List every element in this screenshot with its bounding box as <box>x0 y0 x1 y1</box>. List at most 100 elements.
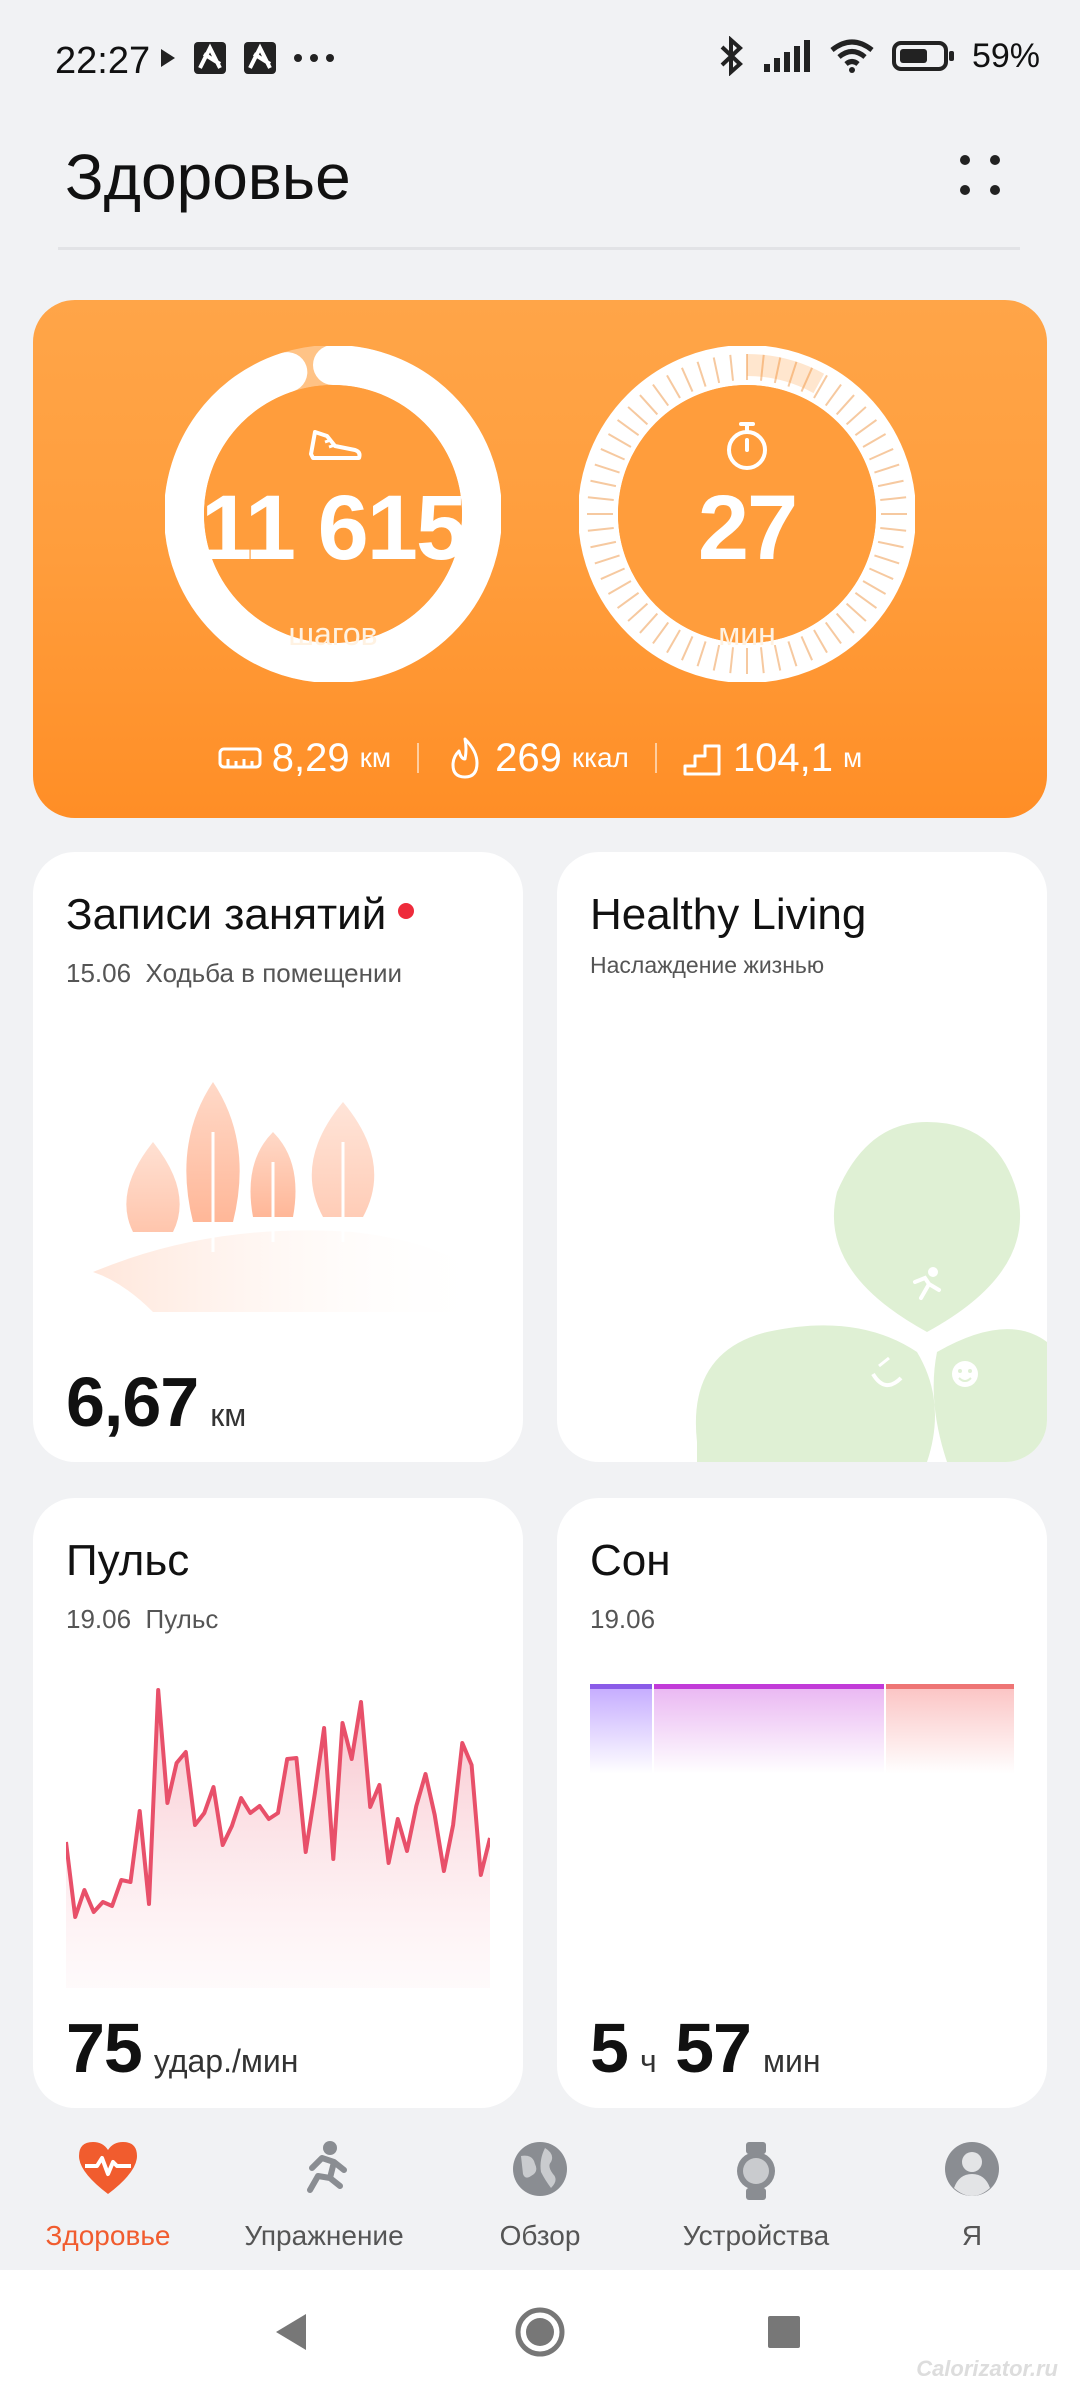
watermark: Calorizator.ru <box>916 2356 1058 2381</box>
minutes-value: 27 <box>697 477 798 579</box>
notification-icons <box>158 40 336 76</box>
profile-icon <box>945 2142 999 2196</box>
more-notifications-icon <box>294 54 334 62</box>
clover-illustration <box>695 1122 1047 1462</box>
card-subtitle: 19.06 <box>590 1604 656 1634</box>
shoe-icon <box>309 430 362 460</box>
battery-percent: 59% <box>971 36 1040 75</box>
tab-health[interactable]: Здоровье <box>0 2120 216 2270</box>
cards-menu-button[interactable] <box>950 145 1010 205</box>
sleep-minutes-unit: мин <box>762 2043 821 2079</box>
back-icon[interactable] <box>272 2310 312 2354</box>
workout-title: Записи занятий <box>66 890 387 939</box>
app-notification-icon <box>244 42 276 74</box>
page-title: Здоровье <box>65 141 351 213</box>
card-title: Пульс <box>66 1536 190 1585</box>
tab-label: Обзор <box>499 2220 581 2251</box>
calories-unit: ккал <box>571 742 629 773</box>
stat-separator <box>417 743 420 773</box>
tab-discover[interactable]: Обзор <box>432 2120 648 2270</box>
pulse-area <box>66 1690 490 1988</box>
steps-ring: 11 615 шагов <box>164 345 502 683</box>
ruler-icon <box>218 747 262 769</box>
heart-pulse-icon <box>79 2142 137 2194</box>
sleep-duration: 5ч 57 мин <box>590 2008 820 2088</box>
workout-distance-unit: км <box>210 1397 247 1433</box>
heart-rate-chart <box>66 1688 490 1988</box>
status-bar: 22:27 59% <box>0 0 1080 125</box>
header-divider <box>58 247 1020 250</box>
dot <box>960 155 970 165</box>
floors-stat: 104,1 м <box>683 736 862 781</box>
running-icon <box>307 2141 347 2193</box>
play-icon <box>161 49 175 67</box>
sleep-card[interactable]: Сон 19.06 5ч 57 мин <box>557 1498 1047 2108</box>
dot <box>990 185 1000 195</box>
app-notification-icon <box>194 42 226 74</box>
pulse-type: Пульс <box>145 1604 219 1634</box>
tab-label: Устройства <box>682 2220 830 2251</box>
signal-icon <box>763 40 810 72</box>
heart-rate-reading: 75 удар./мин <box>66 2008 298 2088</box>
floors-value: 104,1 <box>732 735 833 780</box>
workout-records-card[interactable]: Записи занятий 15.06 Ходьба в помещении … <box>33 852 523 1462</box>
home-icon[interactable] <box>514 2306 566 2358</box>
card-title: Записи занятий <box>66 890 415 940</box>
stopwatch-icon <box>727 422 767 470</box>
stairs-icon <box>683 744 721 776</box>
steps-unit: шагов <box>288 616 378 652</box>
tab-devices[interactable]: Устройства <box>648 2120 864 2270</box>
status-time: 22:27 <box>55 40 151 82</box>
workout-date: 15.06 <box>66 958 132 988</box>
wifi-icon <box>830 39 874 73</box>
sleep-minutes: 57 <box>675 2009 752 2087</box>
sleep-hours-unit: ч <box>639 2043 657 2079</box>
system-navigation-bar: Calorizator.ru <box>0 2270 1080 2400</box>
pulse-date: 19.06 <box>66 1604 132 1634</box>
activity-stats: 8,29 км 269 ккал 104,1 м <box>33 728 1047 788</box>
tab-exercise[interactable]: Упражнение <box>216 2120 432 2270</box>
smile-icon <box>952 1361 978 1387</box>
distance-value: 8,29 <box>271 735 350 780</box>
stat-separator <box>654 743 657 773</box>
globe-icon <box>513 2142 567 2196</box>
bluetooth-icon <box>720 36 743 76</box>
dot <box>990 155 1000 165</box>
workout-distance-value: 6,67 <box>66 1363 199 1441</box>
recents-icon[interactable] <box>766 2314 802 2350</box>
battery-icon <box>891 41 954 71</box>
calories-stat: 269 ккал <box>445 735 629 781</box>
new-indicator-dot <box>398 903 415 920</box>
workout-distance: 6,67 км <box>66 1362 246 1442</box>
tab-label: Упражнение <box>244 2220 404 2251</box>
tab-label: Здоровье <box>45 2220 171 2251</box>
flame-icon <box>451 737 479 779</box>
card-title: Сон <box>590 1536 671 1585</box>
floors-unit: м <box>843 742 863 773</box>
system-icons: 59% <box>716 36 1040 76</box>
healthy-living-card[interactable]: Healthy Living Наслаждение жизнью <box>557 852 1047 1462</box>
steps-value: 11 615 <box>200 477 467 579</box>
dot <box>960 185 970 195</box>
trees-illustration <box>93 1082 493 1312</box>
minutes-unit: мин <box>718 616 776 652</box>
heart-rate-unit: удар./мин <box>153 2043 299 2079</box>
sleep-stages-chart <box>590 1684 1014 1774</box>
heart-rate-value: 75 <box>66 2009 143 2087</box>
calories-value: 269 <box>495 735 562 780</box>
distance-stat: 8,29 км <box>218 736 391 781</box>
activity-card[interactable]: 11 615 шагов 27 мин 8,29 км 269 ккал 104… <box>33 300 1047 818</box>
card-subtitle: 19.06 Пульс <box>66 1604 218 1635</box>
tab-me[interactable]: Я <box>864 2120 1080 2270</box>
watch-icon <box>737 2142 775 2200</box>
distance-unit: км <box>359 742 392 773</box>
tab-label: Я <box>961 2220 983 2251</box>
bottom-navigation: Здоровье Упражнение Обзор Устройства Я <box>0 2120 1080 2270</box>
active-minutes-ring: 27 мин <box>578 345 916 683</box>
heart-rate-card[interactable]: Пульс 19.06 Пульс 75 удар./мин <box>33 1498 523 2108</box>
card-title: Healthy Living <box>590 890 867 939</box>
card-subtitle: 15.06 Ходьба в помещении <box>66 958 402 989</box>
card-subtitle: Наслаждение жизнью <box>590 952 825 978</box>
sleep-hours: 5 <box>590 2009 629 2087</box>
workout-type: Ходьба в помещении <box>145 958 403 988</box>
